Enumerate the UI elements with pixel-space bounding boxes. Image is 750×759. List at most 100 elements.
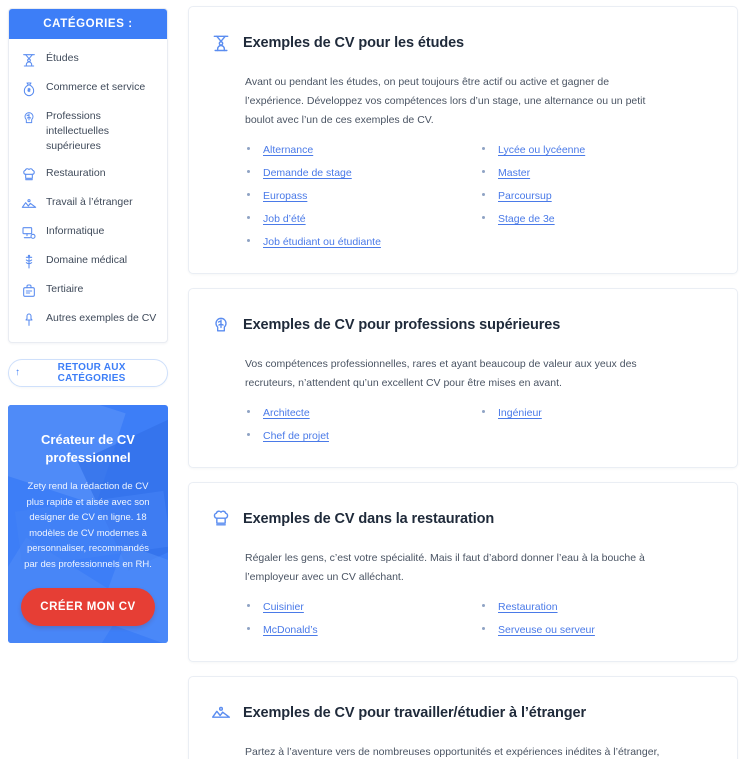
sidebar-item-label: Travail à l’étranger (46, 196, 133, 208)
computer-icon (21, 225, 37, 241)
list-item: Stage de 3e (480, 211, 715, 226)
card-description: Régaler les gens, c’est votre spécialité… (245, 552, 645, 584)
list-item: Serveuse ou serveur (480, 622, 715, 637)
cv-link[interactable]: Chef de projet (263, 430, 329, 442)
card-title: Exemples de CV pour professions supérieu… (243, 317, 561, 334)
sidebar-item-commerce[interactable]: Commerce et service (9, 74, 167, 103)
sidebar: CATÉGORIES : Études Commerce et service … (0, 0, 176, 643)
cv-link[interactable]: Alternance (263, 144, 313, 156)
brain-icon (21, 110, 37, 126)
back-to-categories-label: RETOUR AUX CATÉGORIES (57, 362, 126, 384)
sidebar-item-label: Commerce et service (46, 81, 146, 93)
money-bag-icon (21, 81, 37, 97)
categories-list: Études Commerce et service Professions i… (9, 39, 167, 342)
list-item: Job étudiant ou étudiante (245, 234, 480, 249)
card-etudes: Exemples de CV pour les études Avant ou … (188, 6, 738, 275)
list-item: Restauration (480, 599, 715, 614)
categories-header: CATÉGORIES : (9, 9, 167, 39)
cv-link[interactable]: Ingénieur (498, 407, 542, 419)
sidebar-item-informatique[interactable]: Informatique (9, 218, 167, 247)
cv-link[interactable]: Europass (263, 190, 307, 202)
cv-link[interactable]: Serveuse ou serveur (498, 624, 595, 636)
sidebar-item-professions-superieures[interactable]: Professions intellectuelles supérieures (9, 103, 167, 160)
links-column-left: Alternance Demande de stage Europass Job… (245, 142, 480, 257)
sidebar-item-label: Restauration (46, 167, 106, 179)
chef-toque-icon (21, 167, 37, 183)
promo-description: Zety rend la rédaction de CV plus rapide… (24, 481, 152, 570)
categories-panel: CATÉGORIES : Études Commerce et service … (8, 8, 168, 343)
cv-link[interactable]: Demande de stage (263, 167, 352, 179)
promo-title: Créateur de CV professionnel (41, 432, 135, 465)
pin-icon (21, 312, 37, 328)
cv-link[interactable]: Job d’été (263, 213, 306, 225)
mountain-travel-icon (211, 703, 231, 723)
card-title: Exemples de CV dans la restauration (243, 511, 495, 528)
links-column-right: Restauration Serveuse ou serveur (480, 599, 715, 645)
card-header: Exemples de CV pour travailler/étudier à… (211, 693, 715, 733)
card-etranger: Exemples de CV pour travailler/étudier à… (188, 676, 738, 759)
graduation-student-icon (21, 52, 37, 68)
sidebar-item-etudes[interactable]: Études (9, 45, 167, 74)
promo-card: Créateur de CV professionnel Zety rend l… (8, 405, 168, 643)
card-header: Exemples de CV pour les études (211, 23, 715, 63)
graduation-student-icon (211, 33, 231, 53)
card-restauration: Exemples de CV dans la restauration Réga… (188, 482, 738, 663)
card-links: Cuisinier McDonald’s Restauration Serveu… (245, 595, 715, 645)
list-item: McDonald’s (245, 622, 480, 637)
sidebar-item-autres-exemples[interactable]: Autres exemples de CV (9, 305, 167, 334)
brain-icon (211, 315, 231, 335)
list-item: Ingénieur (480, 405, 715, 420)
list-item: Architecte (245, 405, 480, 420)
list-item: Cuisinier (245, 599, 480, 614)
page-root: CATÉGORIES : Études Commerce et service … (0, 0, 750, 759)
back-to-categories-button[interactable]: ↑ RETOUR AUX CATÉGORIES (8, 359, 168, 387)
card-description: Partez à l’aventure vers de nombreuses o… (245, 746, 660, 759)
list-item: Europass (245, 188, 480, 203)
cv-link[interactable]: McDonald’s (263, 624, 318, 636)
card-description: Vos compétences professionnelles, rares … (245, 358, 637, 390)
sidebar-item-label: Tertiaire (46, 283, 84, 295)
list-item: Parcoursup (480, 188, 715, 203)
card-professions-superieures: Exemples de CV pour professions supérieu… (188, 288, 738, 469)
card-header: Exemples de CV dans la restauration (211, 499, 715, 539)
cv-link[interactable]: Parcoursup (498, 190, 552, 202)
caduceus-medical-icon (21, 254, 37, 270)
card-description: Avant ou pendant les études, on peut tou… (245, 76, 646, 127)
sidebar-item-label: Études (46, 52, 79, 64)
sidebar-item-label: Professions intellectuelles supérieures (46, 110, 110, 152)
create-cv-button[interactable]: CRÉER MON CV (21, 588, 155, 626)
sidebar-item-restauration[interactable]: Restauration (9, 160, 167, 189)
main-content: Exemples de CV pour les études Avant ou … (176, 0, 750, 759)
cv-link[interactable]: Stage de 3e (498, 213, 555, 225)
card-links: Architecte Chef de projet Ingénieur (245, 401, 715, 451)
cv-link[interactable]: Lycée ou lycéenne (498, 144, 585, 156)
promo-content: Créateur de CV professionnel Zety rend l… (8, 405, 168, 572)
briefcase-icon (21, 283, 37, 299)
card-links: Alternance Demande de stage Europass Job… (245, 138, 715, 257)
links-column-right: Ingénieur (480, 405, 715, 451)
sidebar-item-travail-etranger[interactable]: Travail à l’étranger (9, 189, 167, 218)
list-item: Demande de stage (245, 165, 480, 180)
cv-link[interactable]: Job étudiant ou étudiante (263, 236, 381, 248)
links-column-right: Lycée ou lycéenne Master Parcoursup Stag… (480, 142, 715, 257)
list-item: Chef de projet (245, 428, 480, 443)
card-title: Exemples de CV pour les études (243, 35, 465, 52)
sidebar-item-label: Domaine médical (46, 254, 128, 266)
cv-link[interactable]: Restauration (498, 601, 558, 613)
list-item: Job d’été (245, 211, 480, 226)
sidebar-item-label: Informatique (46, 225, 105, 237)
cv-link[interactable]: Cuisinier (263, 601, 304, 613)
sidebar-item-domaine-medical[interactable]: Domaine médical (9, 247, 167, 276)
chef-toque-icon (211, 509, 231, 529)
up-arrow-icon: ↑ (15, 367, 21, 378)
card-title: Exemples de CV pour travailler/étudier à… (243, 705, 587, 722)
cv-link[interactable]: Architecte (263, 407, 310, 419)
sidebar-item-label: Autres exemples de CV (46, 312, 157, 324)
list-item: Master (480, 165, 715, 180)
card-header: Exemples de CV pour professions supérieu… (211, 305, 715, 345)
sidebar-item-tertiaire[interactable]: Tertiaire (9, 276, 167, 305)
links-column-left: Architecte Chef de projet (245, 405, 480, 451)
cv-link[interactable]: Master (498, 167, 530, 179)
list-item: Lycée ou lycéenne (480, 142, 715, 157)
links-column-left: Cuisinier McDonald’s (245, 599, 480, 645)
